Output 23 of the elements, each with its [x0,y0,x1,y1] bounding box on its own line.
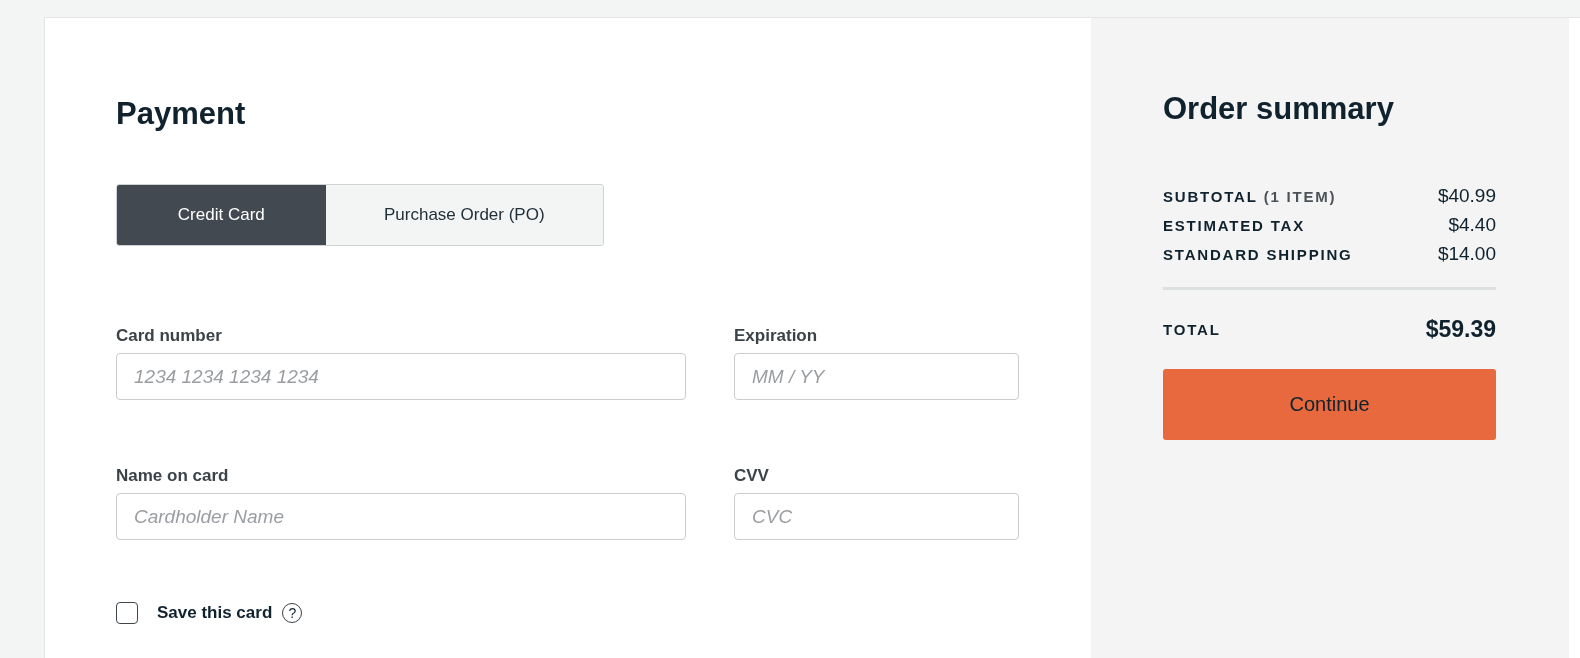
field-label: Card number [116,326,223,346]
input-field[interactable]: CVC [734,493,1019,540]
line-label: ESTIMATED TAX [1163,216,1305,234]
line-amount: $40.99 [1437,185,1496,207]
field-label: CVV [734,466,770,486]
save-card-label: Save this card [157,603,273,623]
total-label: TOTAL [1163,321,1221,338]
field-label: Name on card [116,466,230,486]
field-label: Expiration [734,326,819,346]
payment-title: Payment [116,96,247,132]
input-field[interactable]: Cardholder Name [116,493,686,540]
line-label: STANDARD SHIPPING [1163,245,1353,263]
line-amount: $14.00 [1437,243,1496,265]
input-field[interactable]: 1234 1234 1234 1234 [116,353,686,400]
checkbox[interactable] [116,602,138,624]
line-label: SUBTOTAL (1 ITEM) [1163,187,1337,205]
payment-method-tab[interactable]: Credit Card [117,185,326,245]
continue-button[interactable]: Continue [1163,369,1496,440]
summary-title: Order summary [1163,91,1395,127]
line-amount: $4.40 [1448,214,1496,236]
payment-method-tab[interactable]: Purchase Order (PO) [325,185,603,245]
total-amount: $59.39 [1425,316,1496,343]
input-field[interactable]: MM / YY [734,353,1019,400]
